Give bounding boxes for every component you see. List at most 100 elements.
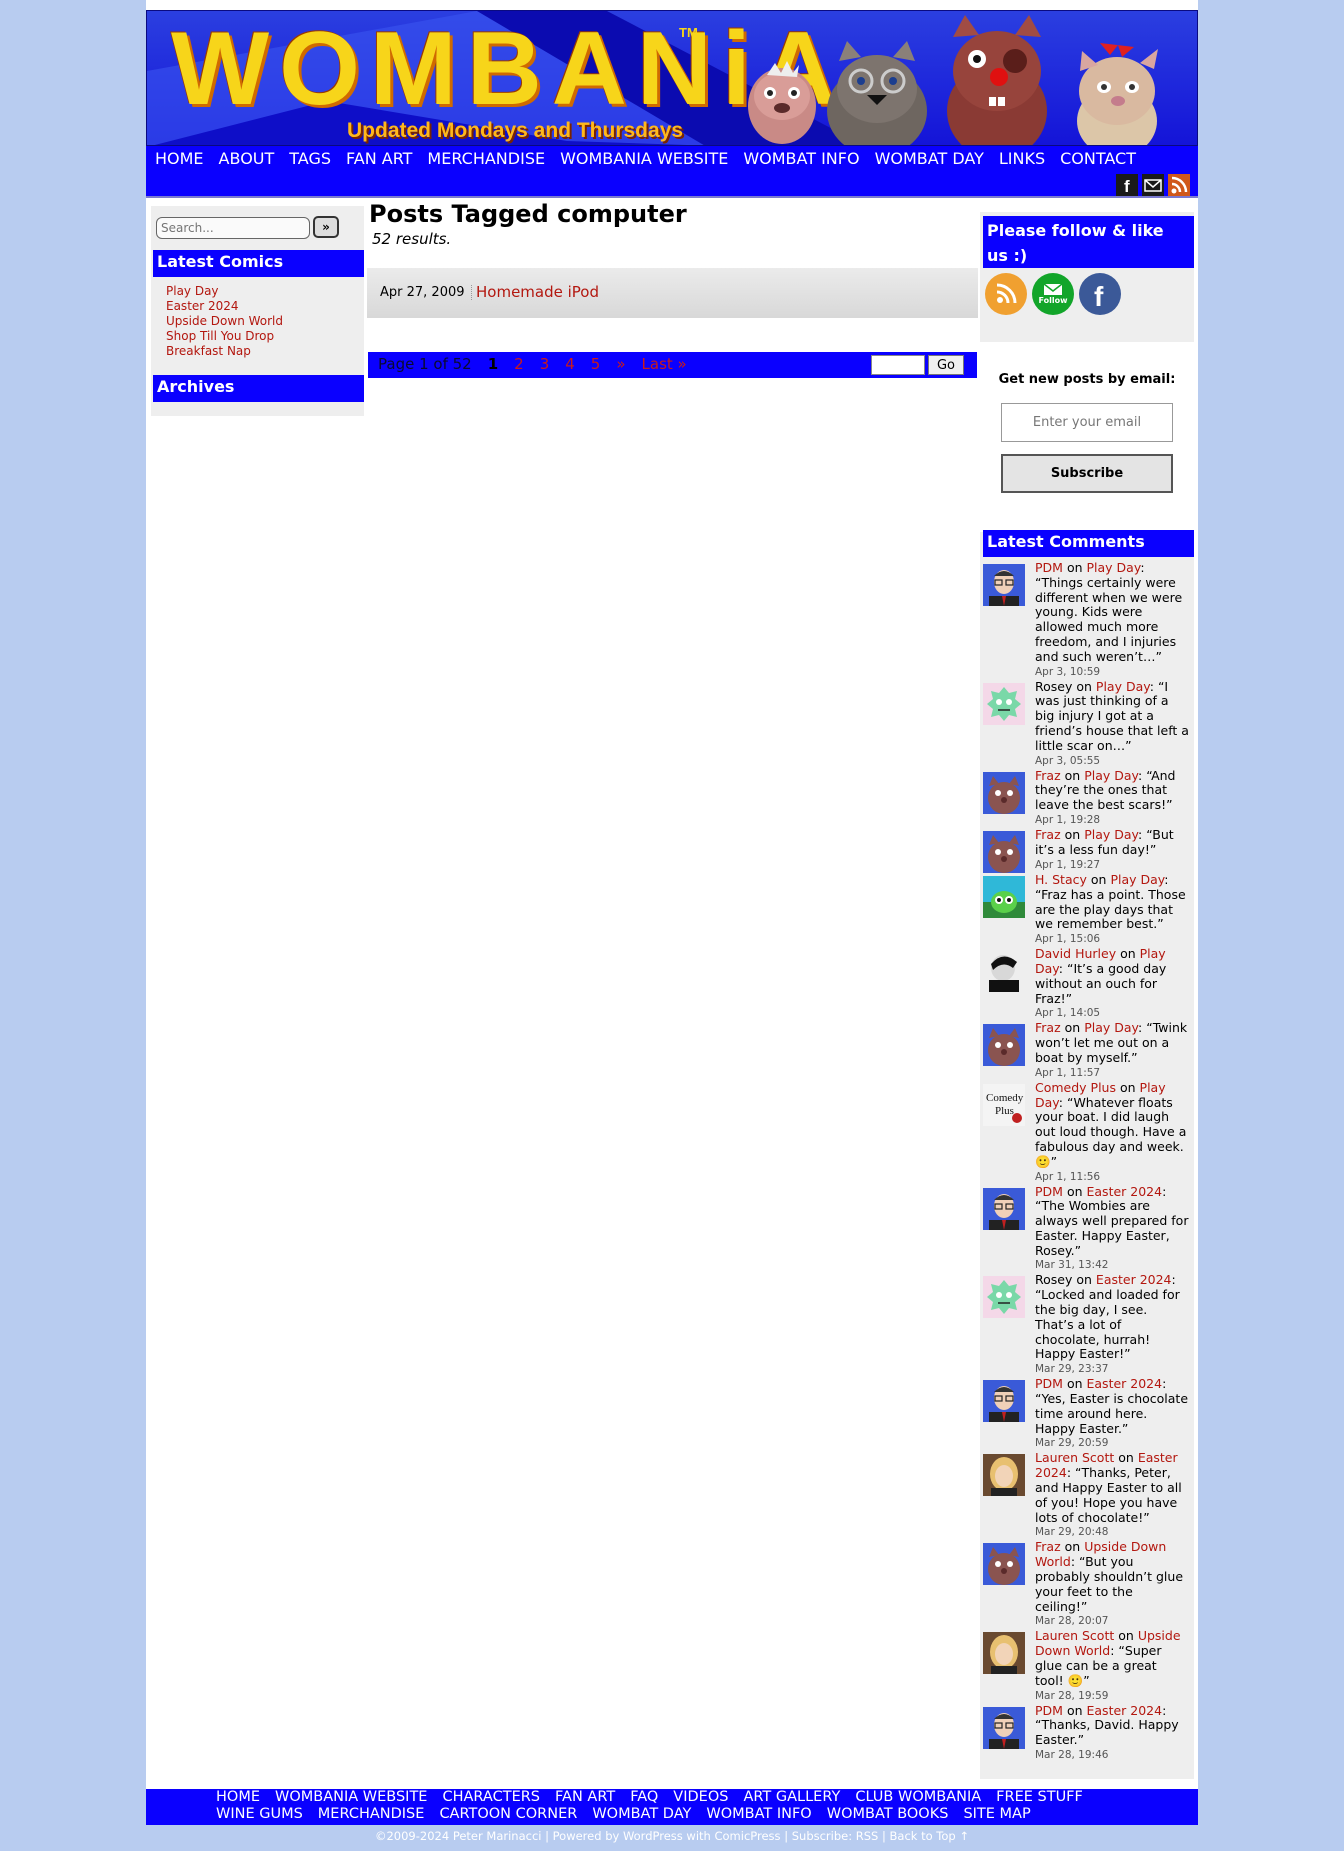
page-link[interactable]: 5 bbox=[591, 355, 601, 373]
comment-on: on bbox=[1118, 1628, 1134, 1644]
comment-post-link[interactable]: Play Day bbox=[1084, 1020, 1138, 1035]
rss-icon[interactable] bbox=[985, 273, 1027, 315]
latest-comic-link[interactable]: Breakfast Nap bbox=[166, 344, 251, 358]
comment-author[interactable]: PDM bbox=[1035, 1376, 1063, 1391]
footer-link[interactable]: WOMBANIA WEBSITE bbox=[275, 1789, 427, 1806]
last-page-link[interactable]: Last » bbox=[642, 355, 687, 373]
current-page: 1 bbox=[487, 355, 499, 373]
comment-on: on bbox=[1119, 1079, 1136, 1095]
latest-comic-link[interactable]: Upside Down World bbox=[166, 314, 283, 328]
comment-item: Fraz on Play Day: “And they’re the ones … bbox=[983, 768, 1194, 828]
latest-comic-link[interactable]: Play Day bbox=[166, 284, 219, 298]
comment-on: on bbox=[1076, 678, 1092, 694]
page-link[interactable]: 2 bbox=[514, 355, 524, 373]
post-title-link[interactable]: Homemade iPod bbox=[476, 283, 599, 301]
comment-text: “The Wombies are always well prepared fo… bbox=[1035, 1198, 1189, 1258]
footer-link[interactable]: VIDEOS bbox=[673, 1789, 728, 1806]
comment-text: “Thanks, David. Happy Easter.” bbox=[1035, 1717, 1179, 1748]
comment-text: “Yes, Easter is chocolate time around he… bbox=[1035, 1391, 1189, 1436]
email-follow-icon[interactable]: Follow bbox=[1032, 273, 1074, 315]
nav-item-tags[interactable]: TAGS bbox=[289, 149, 331, 168]
nav-item-wombat-day[interactable]: WOMBAT DAY bbox=[875, 149, 984, 168]
nav-item-wombania-website[interactable]: WOMBANIA WEBSITE bbox=[560, 149, 728, 168]
footer-link[interactable]: CLUB WOMBANIA bbox=[855, 1789, 981, 1806]
comment-text: “Things certainly were different when we… bbox=[1035, 574, 1183, 664]
footer-link[interactable]: CHARACTERS bbox=[442, 1789, 540, 1806]
next-page-link[interactable]: » bbox=[616, 355, 625, 373]
latest-comic-link[interactable]: Shop Till You Drop bbox=[166, 329, 274, 343]
rss-icon[interactable] bbox=[1168, 174, 1190, 196]
nav-item-home[interactable]: HOME bbox=[155, 149, 204, 168]
comment-author[interactable]: Fraz bbox=[1035, 827, 1061, 842]
comment-item: PDM on Easter 2024: “Yes, Easter is choc… bbox=[983, 1376, 1194, 1451]
latest-comics-list: Play Day Easter 2024 Upside Down World S… bbox=[166, 284, 283, 359]
post-list-item: Apr 27, 2009 Homemade iPod bbox=[367, 268, 978, 318]
footer-link[interactable]: WOMBAT DAY bbox=[592, 1806, 691, 1823]
footer-link[interactable]: FREE STUFF bbox=[996, 1789, 1083, 1806]
commenter-avatar bbox=[983, 1454, 1025, 1497]
page-link[interactable]: 3 bbox=[540, 355, 550, 373]
comment-author[interactable]: Lauren Scott bbox=[1035, 1450, 1114, 1466]
footer-link[interactable]: WINE GUMS bbox=[216, 1806, 303, 1823]
footer-link[interactable]: FAQ bbox=[630, 1789, 658, 1806]
results-count: 52 results. bbox=[372, 230, 452, 248]
footer-link[interactable]: CARTOON CORNER bbox=[439, 1806, 577, 1823]
comment-author[interactable]: Comedy Plus bbox=[1035, 1080, 1116, 1095]
archives-heading[interactable]: Archives bbox=[153, 375, 364, 402]
nav-item-about[interactable]: ABOUT bbox=[219, 149, 275, 168]
nav-item-merchandise[interactable]: MERCHANDISE bbox=[427, 149, 545, 168]
nav-item-fan-art[interactable]: FAN ART bbox=[346, 149, 412, 168]
nav-item-wombat-info[interactable]: WOMBAT INFO bbox=[743, 149, 859, 168]
subscribe-button[interactable]: Subscribe bbox=[1001, 454, 1173, 493]
footer-link[interactable]: WOMBAT INFO bbox=[706, 1806, 811, 1823]
comment-author[interactable]: PDM bbox=[1035, 1184, 1063, 1199]
page-number-input[interactable] bbox=[871, 355, 925, 375]
comment-item: Rosey on Easter 2024: “Locked and loaded… bbox=[983, 1273, 1194, 1377]
latest-comic-link[interactable]: Easter 2024 bbox=[166, 299, 239, 313]
commenter-avatar bbox=[983, 1276, 1025, 1319]
small-wombat-character bbox=[748, 61, 816, 144]
facebook-icon[interactable]: f bbox=[1079, 273, 1121, 315]
comment-author[interactable]: Lauren Scott bbox=[1035, 1628, 1114, 1644]
comment-author[interactable]: Fraz bbox=[1035, 1539, 1061, 1555]
page-link[interactable]: 4 bbox=[565, 355, 575, 373]
search-submit-button[interactable]: » bbox=[313, 216, 339, 238]
comment-post-link[interactable]: Play Day bbox=[1110, 872, 1164, 887]
nav-item-links[interactable]: LINKS bbox=[999, 149, 1045, 168]
comment-on: on bbox=[1118, 1450, 1134, 1466]
comment-post-link[interactable]: Easter 2024 bbox=[1087, 1703, 1163, 1718]
nav-item-contact[interactable]: CONTACT bbox=[1060, 149, 1136, 168]
comment-author: Rosey bbox=[1035, 678, 1073, 694]
comment-item: Fraz on Upside Down World: “But you prob… bbox=[983, 1540, 1194, 1629]
comment-post-link[interactable]: Play Day bbox=[1096, 679, 1150, 694]
email-icon[interactable] bbox=[1142, 174, 1164, 196]
comment-author[interactable]: PDM bbox=[1035, 560, 1063, 575]
comment-author[interactable]: Fraz bbox=[1035, 1020, 1061, 1035]
comment-author[interactable]: H. Stacy bbox=[1035, 872, 1087, 887]
email-input[interactable]: Enter your email bbox=[1001, 403, 1173, 442]
comment-post-link[interactable]: Play Day bbox=[1084, 768, 1138, 783]
page-go-button[interactable]: Go bbox=[928, 355, 964, 375]
comment-post-link[interactable]: Play Day bbox=[1087, 560, 1141, 575]
site-header-banner[interactable]: WOMBANiA TM Updated Mondays and Thursday… bbox=[146, 10, 1198, 146]
comment-post-link[interactable]: Easter 2024 bbox=[1087, 1184, 1163, 1199]
comment-post-link[interactable]: Easter 2024 bbox=[1096, 1272, 1172, 1288]
comment-author[interactable]: David Hurley bbox=[1035, 946, 1116, 961]
footer-link[interactable]: MERCHANDISE bbox=[318, 1806, 425, 1823]
search-input[interactable] bbox=[156, 217, 310, 239]
footer-link[interactable]: FAN ART bbox=[555, 1789, 615, 1806]
page-indicator: Page 1 of 52 bbox=[378, 355, 472, 373]
comment-author[interactable]: PDM bbox=[1035, 1703, 1063, 1718]
comment-post-link[interactable]: Easter 2024 bbox=[1087, 1376, 1163, 1391]
facebook-icon[interactable]: f bbox=[1116, 174, 1138, 196]
comment-on: on bbox=[1064, 826, 1081, 842]
footer-link[interactable]: ART GALLERY bbox=[743, 1789, 840, 1806]
footer-link[interactable]: WOMBAT BOOKS bbox=[827, 1806, 949, 1823]
grey-wombat-character bbox=[827, 41, 927, 145]
footer-link[interactable]: HOME bbox=[216, 1789, 260, 1806]
comment-post-link[interactable]: Play Day bbox=[1084, 827, 1138, 842]
email-heading: Get new posts by email: bbox=[998, 372, 1176, 387]
footer-link[interactable]: SITE MAP bbox=[963, 1806, 1030, 1823]
comment-author[interactable]: Fraz bbox=[1035, 768, 1061, 783]
footer-navigation: HOME WOMBANIA WEBSITE CHARACTERS FAN ART FAQ… bbox=[146, 1789, 1198, 1825]
